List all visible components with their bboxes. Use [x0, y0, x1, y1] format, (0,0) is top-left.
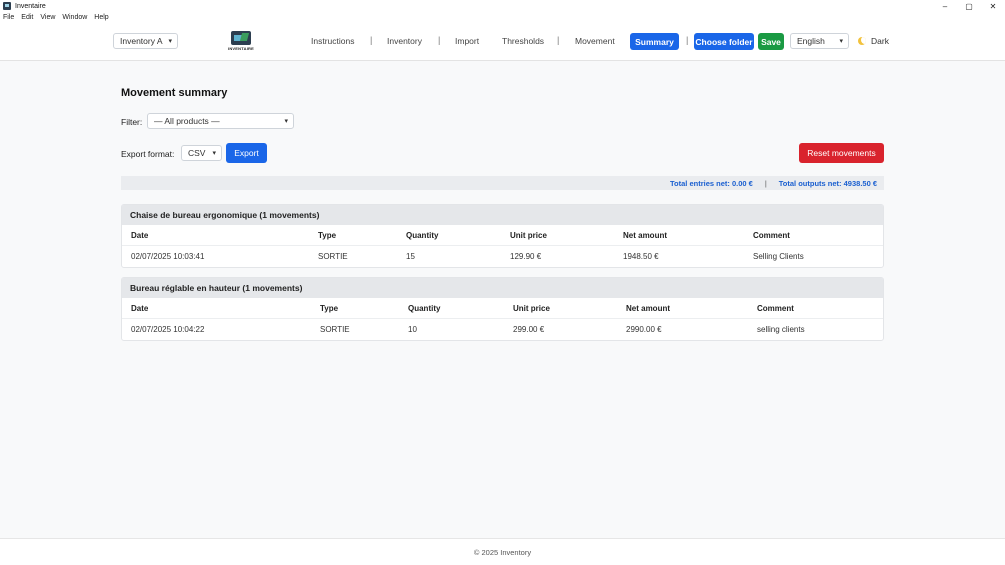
nav-separator: |	[557, 35, 560, 45]
column-header-date: Date	[131, 304, 149, 313]
table-header-row: Date Type Quantity Unit price Net amount…	[122, 298, 883, 319]
nav-separator: |	[370, 35, 373, 45]
total-entries: Total entries net: 0.00 €	[670, 178, 753, 188]
column-header-net-amount: Net amount	[623, 231, 667, 240]
dark-mode-toggle[interactable]: Dark	[858, 36, 889, 46]
cell-comment: Selling Clients	[753, 252, 804, 261]
navbar: Inventory A ▾ INVENTAIRE Instructions | …	[0, 23, 1005, 61]
tab-summary[interactable]: Summary	[630, 33, 679, 50]
column-header-unit-price: Unit price	[513, 304, 550, 313]
logo-text: INVENTAIRE	[228, 46, 254, 51]
logo-image	[231, 31, 251, 45]
language-select[interactable]: English ▾	[790, 33, 849, 49]
movement-group: Chaise de bureau ergonomique (1 movement…	[121, 204, 884, 268]
column-header-quantity: Quantity	[406, 231, 439, 240]
window-controls: – ▢ ✕	[933, 0, 1005, 12]
column-header-comment: Comment	[753, 231, 790, 240]
product-filter-select[interactable]: — All products — ▾	[147, 113, 294, 129]
inventory-select[interactable]: Inventory A ▾	[113, 33, 178, 49]
cell-unit-price: 129.90 €	[510, 252, 542, 261]
nav-inventory[interactable]: Inventory	[387, 36, 422, 46]
save-button[interactable]: Save	[758, 33, 784, 50]
group-header: Bureau réglable en hauteur (1 movements)	[122, 278, 883, 298]
export-button[interactable]: Export	[226, 143, 267, 163]
product-filter-value: — All products —	[154, 116, 220, 126]
menu-help[interactable]: Help	[94, 14, 108, 21]
menu-bar: File Edit View Window Help	[0, 12, 1005, 23]
nav-separator: |	[686, 35, 689, 45]
column-header-net-amount: Net amount	[626, 304, 670, 313]
minimize-icon[interactable]: –	[933, 0, 957, 12]
title-bar: Inventaire – ▢ ✕	[0, 0, 1005, 12]
cell-net-amount: 1948.50 €	[623, 252, 659, 261]
chevron-down-icon: ▾	[212, 150, 216, 157]
table-row: 02/07/2025 10:04:22 SORTIE 10 299.00 € 2…	[122, 319, 883, 340]
cell-quantity: 15	[406, 252, 415, 261]
column-header-unit-price: Unit price	[510, 231, 547, 240]
nav-instructions[interactable]: Instructions	[311, 36, 354, 46]
window-title: Inventaire	[15, 2, 46, 10]
cell-net-amount: 2990.00 €	[626, 325, 662, 334]
cell-quantity: 10	[408, 325, 417, 334]
moon-icon	[858, 37, 866, 45]
reset-movements-button[interactable]: Reset movements	[799, 143, 884, 163]
footer-copyright: © 2025 Inventory	[473, 547, 532, 557]
cell-date: 02/07/2025 10:04:22	[131, 325, 205, 334]
nav-import[interactable]: Import	[455, 36, 479, 46]
nav-separator: |	[438, 35, 441, 45]
cell-type: SORTIE	[318, 252, 348, 261]
table-row: 02/07/2025 10:03:41 SORTIE 15 129.90 € 1…	[122, 246, 883, 267]
app-icon	[3, 2, 11, 10]
cell-date: 02/07/2025 10:03:41	[131, 252, 205, 261]
cell-comment: selling clients	[757, 325, 805, 334]
dark-mode-label: Dark	[871, 36, 889, 46]
table-header-row: Date Type Quantity Unit price Net amount…	[122, 225, 883, 246]
export-format-label: Export format:	[121, 149, 175, 159]
column-header-comment: Comment	[757, 304, 794, 313]
filter-label: Filter:	[121, 117, 143, 127]
inventory-select-value: Inventory A	[120, 36, 163, 46]
chevron-down-icon: ▾	[839, 38, 843, 45]
language-select-value: English	[797, 36, 825, 46]
movement-group: Bureau réglable en hauteur (1 movements)…	[121, 277, 884, 341]
choose-folder-button[interactable]: Choose folder	[694, 33, 754, 50]
maximize-icon[interactable]: ▢	[957, 0, 981, 12]
group-header: Chaise de bureau ergonomique (1 movement…	[122, 205, 883, 225]
total-outputs: Total outputs net: 4938.50 €	[778, 178, 877, 188]
cell-unit-price: 299.00 €	[513, 325, 545, 334]
export-format-select[interactable]: CSV ▾	[181, 145, 222, 161]
column-header-type: Type	[320, 304, 339, 313]
export-format-value: CSV	[188, 148, 206, 158]
nav-movement[interactable]: Movement	[575, 36, 615, 46]
totals-bar: Total entries net: 0.00 € | Total output…	[121, 176, 884, 190]
menu-edit[interactable]: Edit	[21, 14, 33, 21]
column-header-type: Type	[318, 231, 337, 240]
page-title: Movement summary	[121, 87, 228, 99]
column-header-date: Date	[131, 231, 149, 240]
footer: © 2025 Inventory	[0, 538, 1005, 565]
chevron-down-icon: ▾	[284, 118, 288, 125]
app-logo: INVENTAIRE	[228, 31, 254, 53]
menu-file[interactable]: File	[3, 14, 14, 21]
menu-view[interactable]: View	[40, 14, 55, 21]
nav-thresholds[interactable]: Thresholds	[502, 36, 544, 46]
cell-type: SORTIE	[320, 325, 350, 334]
column-header-quantity: Quantity	[408, 304, 441, 313]
menu-window[interactable]: Window	[62, 14, 87, 21]
close-icon[interactable]: ✕	[981, 0, 1005, 12]
chevron-down-icon: ▾	[168, 38, 172, 45]
totals-separator: |	[764, 178, 767, 188]
